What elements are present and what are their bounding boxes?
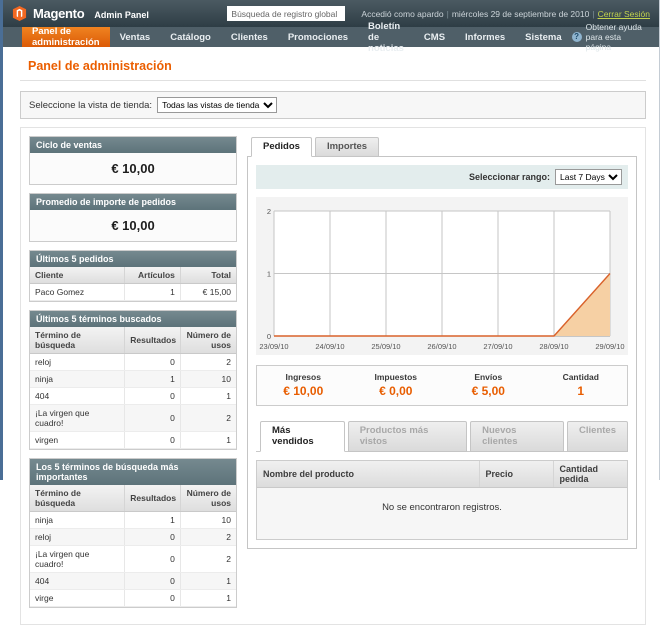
tab-productos-m-s-vistos[interactable]: Productos más vistos [348, 421, 467, 452]
app-title: Magento [33, 6, 84, 21]
table-row[interactable]: virgen01 [30, 432, 236, 449]
nav-item-promociones[interactable]: Promociones [278, 27, 358, 47]
sales-cycle-panel: Ciclo de ventas € 10,00 [29, 136, 237, 185]
svg-text:23/09/10: 23/09/10 [259, 342, 288, 351]
total-impuestos: Impuestos€ 0,00 [350, 372, 443, 398]
table-row[interactable]: 40401 [30, 388, 236, 405]
range-select[interactable]: Last 7 Days [555, 169, 622, 185]
chart-tabs: PedidosImportes [247, 136, 637, 156]
avg-order-title: Promedio de importe de pedidos [30, 194, 236, 210]
svg-text:1: 1 [267, 270, 271, 279]
dashboard: Ciclo de ventas € 10,00 Promedio de impo… [20, 127, 646, 625]
avg-order-value: € 10,00 [30, 210, 236, 241]
store-view-bar: Seleccione la vista de tienda: Todas las… [20, 91, 646, 119]
nav-item-cat-logo[interactable]: Catálogo [160, 27, 221, 47]
top-search-table: Término de búsquedaResultadosNúmero de u… [30, 485, 236, 607]
tab-importes[interactable]: Importes [315, 137, 379, 157]
avg-order-panel: Promedio de importe de pedidos € 10,00 [29, 193, 237, 242]
table-row[interactable]: Paco Gomez1€ 15,00 [30, 284, 236, 301]
window-border-left [0, 0, 3, 480]
tab-pedidos[interactable]: Pedidos [251, 137, 312, 157]
dashboard-main-column: PedidosImportes Seleccionar rango: Last … [247, 136, 637, 616]
report-grid: Nombre del productoPrecioCantidad pedida… [256, 460, 628, 540]
svg-text:0: 0 [267, 332, 271, 341]
main-nav: Panel de administraciónVentasCatálogoCli… [0, 27, 660, 47]
last-orders-title: Últimos 5 pedidos [30, 251, 236, 267]
total-ingresos: Ingresos€ 10,00 [257, 372, 350, 398]
dashboard-left-column: Ciclo de ventas € 10,00 Promedio de impo… [29, 136, 237, 616]
svg-text:29/09/10: 29/09/10 [595, 342, 624, 351]
table-row[interactable]: ¡La virgen que cuadro!02 [30, 405, 236, 432]
nav-item-clientes[interactable]: Clientes [221, 27, 278, 47]
store-view-select[interactable]: Todas las vistas de tienda [157, 97, 277, 113]
nav-item-sistema[interactable]: Sistema [515, 27, 571, 47]
range-bar: Seleccionar rango: Last 7 Days [256, 165, 628, 189]
nav-item-cms[interactable]: CMS [414, 27, 455, 47]
orders-chart-svg: 0 1 2 23/09/10 24/09/10 25/09/10 26/09/10 27/09… [258, 203, 616, 353]
main-nav-items: Panel de administraciónVentasCatálogoCli… [22, 27, 572, 47]
svg-text:2: 2 [267, 207, 271, 216]
logged-in-as: Accedió como apardo [361, 9, 443, 19]
sales-cycle-title: Ciclo de ventas [30, 137, 236, 153]
svg-text:25/09/10: 25/09/10 [371, 342, 400, 351]
table-row[interactable]: 40401 [30, 573, 236, 590]
table-row[interactable]: ninja110 [30, 371, 236, 388]
chart-tab-content: Seleccionar rango: Last 7 Days 0 1 2 23/09/… [247, 156, 637, 549]
svg-text:26/09/10: 26/09/10 [427, 342, 456, 351]
table-row[interactable]: ¡La virgen que cuadro!02 [30, 546, 236, 573]
last-search-title: Últimos 5 términos buscados [30, 311, 236, 327]
global-search-input[interactable] [227, 6, 345, 21]
total-env-os: Envíos€ 5,00 [442, 372, 535, 398]
report-tabs: Más vendidosProductos más vistosNuevos c… [256, 420, 628, 451]
svg-text:24/09/10: 24/09/10 [315, 342, 344, 351]
top-search-title: Los 5 términos de búsqueda más important… [30, 459, 236, 485]
totals-bar: Ingresos€ 10,00Impuestos€ 0,00Envíos€ 5,… [256, 365, 628, 406]
svg-text:27/09/10: 27/09/10 [483, 342, 512, 351]
tab-nuevos-clientes[interactable]: Nuevos clientes [470, 421, 564, 452]
last-search-panel: Últimos 5 términos buscados Término de b… [29, 310, 237, 450]
table-row[interactable]: virge01 [30, 590, 236, 607]
help-link[interactable]: ? Obtener ayuda para esta página [572, 27, 648, 47]
orders-chart: 0 1 2 23/09/10 24/09/10 25/09/10 26/09/10 27/09… [256, 197, 628, 355]
nav-item-ventas[interactable]: Ventas [110, 27, 161, 47]
app-header: Magento Admin Panel Accedió como apardo|… [0, 0, 660, 27]
last-orders-panel: Últimos 5 pedidos ClienteArtículosTotalP… [29, 250, 237, 302]
svg-text:28/09/10: 28/09/10 [539, 342, 568, 351]
table-row[interactable]: reloj02 [30, 529, 236, 546]
title-divider [20, 80, 646, 81]
nav-item-bolet-n-de-noticias[interactable]: Boletín de noticias [358, 27, 414, 47]
grid-empty-message: No se encontraron registros. [257, 488, 627, 539]
sales-cycle-value: € 10,00 [30, 153, 236, 184]
last-search-table: Término de búsquedaResultadosNúmero de u… [30, 327, 236, 449]
page-title: Panel de administración [28, 59, 646, 73]
tab-m-s-vendidos[interactable]: Más vendidos [260, 421, 345, 452]
total-cantidad: Cantidad1 [535, 372, 628, 398]
store-view-label: Seleccione la vista de tienda: [29, 100, 152, 111]
table-row[interactable]: ninja110 [30, 512, 236, 529]
app-subtitle: Admin Panel [94, 10, 149, 20]
tab-clientes[interactable]: Clientes [567, 421, 628, 452]
help-icon: ? [572, 32, 582, 42]
logout-link[interactable]: Cerrar Sesión [598, 9, 650, 19]
nav-item-panel-de-administraci-n[interactable]: Panel de administración [22, 27, 110, 47]
range-label: Seleccionar rango: [469, 172, 550, 182]
top-search-panel: Los 5 términos de búsqueda más important… [29, 458, 237, 608]
table-row[interactable]: reloj02 [30, 354, 236, 371]
last-orders-table: ClienteArtículosTotalPaco Gomez1€ 15,00 [30, 267, 236, 301]
header-date: miércoles 29 de septiembre de 2010 [452, 9, 590, 19]
nav-item-informes[interactable]: Informes [455, 27, 515, 47]
magento-logo-icon [12, 6, 27, 21]
